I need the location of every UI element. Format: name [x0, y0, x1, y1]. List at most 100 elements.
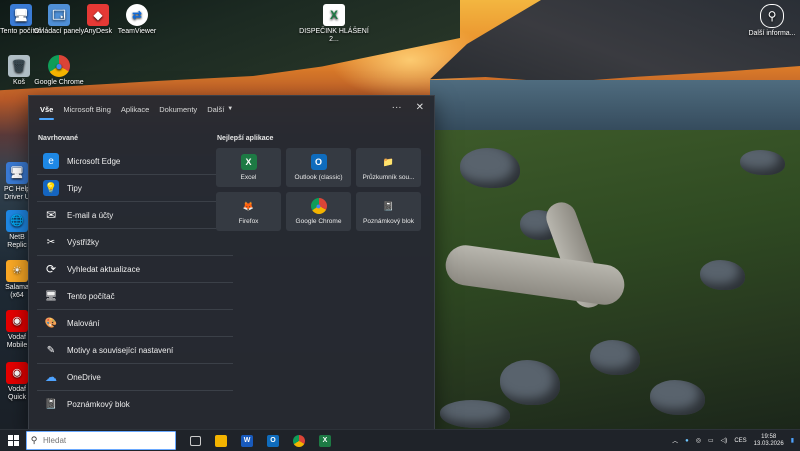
tab-label: Další: [207, 104, 225, 114]
tab-apps[interactable]: Aplikace: [116, 96, 154, 122]
taskbar: ⚲ W O X ︿ ● ◎ ▭ ◁) CES 19:58 13.03.2026 …: [0, 429, 800, 451]
outlook-icon: O: [310, 154, 327, 170]
chrome-icon: ●: [310, 198, 327, 214]
suggestion-label: Tento počítač: [67, 291, 115, 301]
globe-icon: 🌐: [6, 210, 28, 232]
security-tray-icon[interactable]: ◎: [696, 437, 701, 444]
word-icon: W: [241, 434, 253, 447]
tab-documents[interactable]: Dokumenty: [154, 96, 202, 122]
tab-all[interactable]: Vše: [35, 96, 58, 122]
desktop-icon-chrome[interactable]: ● Google Chrome: [24, 55, 94, 87]
mail-icon: ✉: [45, 208, 57, 222]
desktop-icon-label: Další informa...: [748, 30, 796, 37]
theme-brush-icon: ✎: [46, 344, 56, 356]
chevron-down-icon: ▼: [227, 106, 234, 112]
wallpaper-rock: [460, 148, 520, 188]
excel-icon: X: [240, 154, 257, 170]
volume-icon[interactable]: ◁): [721, 437, 728, 444]
windows-logo-icon: [7, 435, 19, 446]
refresh-icon: ⟳: [45, 262, 57, 276]
wallpaper-rock: [700, 260, 745, 290]
network-icon[interactable]: ▭: [708, 437, 714, 444]
app-tile-firefox[interactable]: 🦊 Firefox: [216, 192, 281, 231]
suggestion-themes-settings[interactable]: ✎ Motivy a související nastavení: [37, 337, 233, 364]
computer-icon: 🖥: [44, 290, 58, 302]
suggestion-paint[interactable]: 🎨 Malování: [37, 310, 233, 337]
suggestion-label: Poznámkový blok: [67, 399, 130, 409]
app-tile-label: Excel: [240, 174, 257, 181]
more-options-icon[interactable]: ···: [392, 102, 402, 113]
desktop-icon-label: Google Chrome: [34, 79, 84, 86]
taskbar-word[interactable]: W: [234, 430, 260, 451]
clock[interactable]: 19:58 13.03.2026: [754, 434, 784, 448]
tab-label: Aplikace: [120, 104, 150, 114]
wallpaper-rock: [740, 150, 785, 175]
outlook-icon: O: [267, 434, 279, 447]
tab-label: Dokumenty: [159, 104, 198, 114]
suggestion-label: E-mail a účty: [67, 210, 114, 220]
desktop-icon-label: DISPEČINK HLÁŠENÍ 2...: [299, 28, 369, 43]
lightbulb-icon: 💡: [43, 180, 59, 196]
edge-icon: e: [43, 153, 59, 169]
tab-microsoft-bing[interactable]: Microsoft Bing: [58, 96, 116, 122]
suggestion-label: Tipy: [67, 183, 82, 193]
teams-tray-icon[interactable]: ●: [685, 438, 689, 444]
chrome-icon: [293, 434, 305, 447]
suggestion-check-updates[interactable]: ⟳ Vyhledat aktualizace: [37, 256, 233, 283]
excel-file-icon: X: [323, 4, 345, 26]
suggestion-onedrive[interactable]: ☁ OneDrive: [37, 364, 233, 391]
app-tile-notepad[interactable]: 📓 Poznámkový blok: [356, 192, 421, 231]
suggestion-label: Microsoft Edge: [67, 156, 121, 166]
notepad-icon: 📓: [382, 200, 395, 211]
suggestion-label: Malování: [67, 318, 100, 328]
suggestion-label: Výstřižky: [67, 237, 99, 247]
tab-label: Vše: [40, 104, 54, 114]
suggestion-notepad[interactable]: 📓 Poznámkový blok: [37, 391, 233, 417]
taskbar-chrome[interactable]: [286, 430, 312, 451]
desktop-icon-excel-file[interactable]: X DISPEČINK HLÁŠENÍ 2...: [299, 4, 369, 44]
folder-icon: 📁: [382, 156, 395, 167]
search-tabs: Vše Microsoft Bing Aplikace Dokumenty Da…: [29, 96, 434, 122]
app-tile-excel[interactable]: X Excel: [216, 148, 281, 187]
taskbar-excel[interactable]: X: [312, 430, 338, 451]
system-tray: ︿ ● ◎ ▭ ◁) CES 19:58 13.03.2026 ▮: [672, 430, 794, 451]
suggestion-tips[interactable]: 💡 Tipy: [37, 175, 233, 202]
top-apps-grid: X Excel O Outlook (classic) 📁 Průzkumník…: [216, 148, 421, 231]
sun-icon: ☀: [6, 260, 28, 282]
app-tile-label: Průzkumník sou...: [362, 174, 415, 181]
wallpaper-rock: [440, 400, 510, 428]
start-button[interactable]: [0, 430, 26, 451]
desktop-icon-more-info[interactable]: ⚲ Další informa...: [737, 4, 800, 38]
chevron-up-icon[interactable]: ︿: [672, 436, 678, 445]
task-view-button[interactable]: [182, 430, 208, 451]
notification-icon[interactable]: ▮: [791, 437, 794, 444]
suggestion-microsoft-edge[interactable]: e Microsoft Edge: [37, 148, 233, 175]
search-icon: ⚲: [30, 435, 38, 445]
app-tile-file-explorer[interactable]: 📁 Průzkumník sou...: [356, 148, 421, 187]
teamviewer-icon: ⇄: [126, 4, 148, 26]
close-icon[interactable]: ✕: [416, 102, 424, 113]
notepad-icon: 📓: [44, 398, 58, 410]
app-tile-label: Outlook (classic): [294, 174, 343, 181]
tab-label: Microsoft Bing: [63, 104, 111, 114]
taskbar-outlook[interactable]: O: [260, 430, 286, 451]
app-tile-label: Poznámkový blok: [363, 218, 414, 225]
suggestion-this-pc[interactable]: 🖥 Tento počítač: [37, 283, 233, 310]
suggestion-snipping-tool[interactable]: ✂ Výstřižky: [37, 229, 233, 256]
language-indicator[interactable]: CES: [734, 438, 746, 444]
app-tile-chrome[interactable]: ● Google Chrome: [286, 192, 351, 231]
suggestion-label: Motivy a související nastavení: [67, 345, 174, 355]
firefox-icon: 🦊: [242, 200, 255, 211]
desktop-icon-teamviewer[interactable]: ⇄ TeamViewer: [102, 4, 172, 36]
taskbar-file-explorer[interactable]: [208, 430, 234, 451]
suggestion-label: Vyhledat aktualizace: [67, 264, 141, 274]
search-input[interactable]: [41, 435, 165, 446]
suggestion-email-accounts[interactable]: ✉ E-mail a účty: [37, 202, 233, 229]
cloud-icon: ☁: [45, 370, 57, 384]
info-icon: ⚲: [760, 4, 784, 28]
tab-more[interactable]: Další ▼: [202, 96, 238, 122]
taskbar-search-box[interactable]: ⚲: [26, 431, 176, 450]
suggested-section-title: Navrhované: [38, 135, 79, 142]
panel-controls: ··· ✕: [392, 102, 424, 113]
app-tile-outlook[interactable]: O Outlook (classic): [286, 148, 351, 187]
